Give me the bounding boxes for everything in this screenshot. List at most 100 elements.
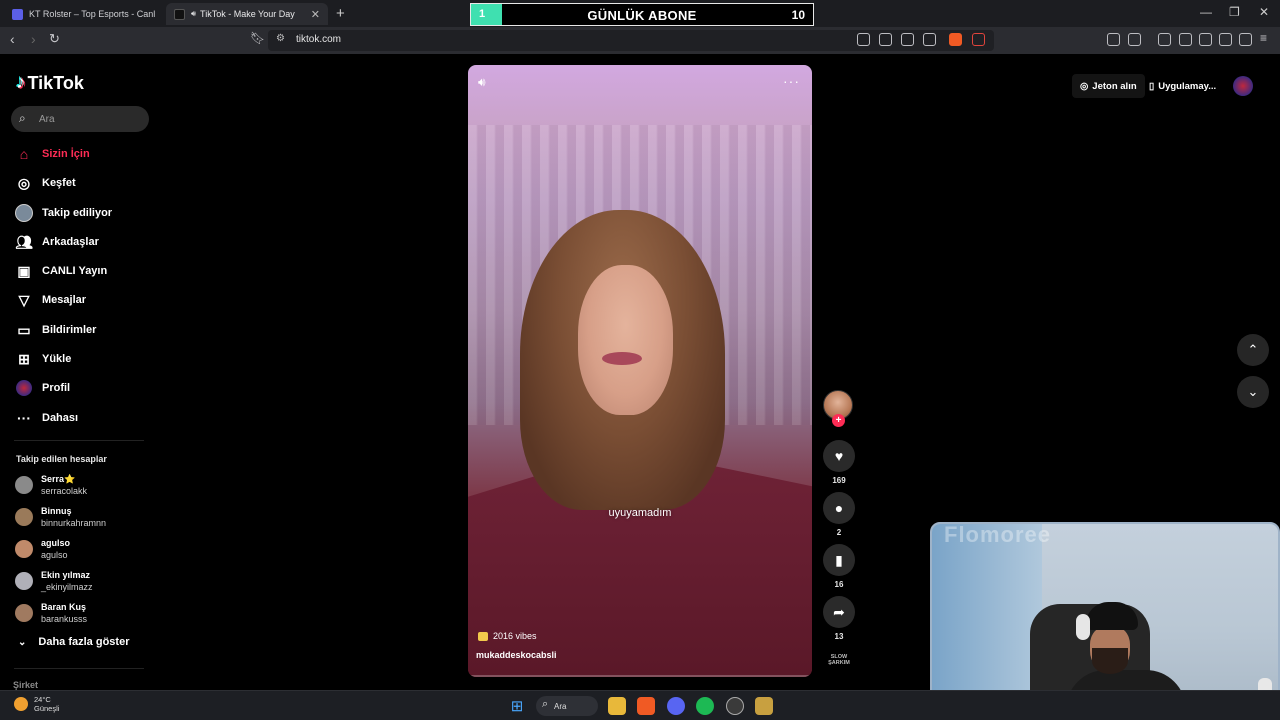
league-client-icon[interactable]	[755, 697, 773, 715]
brave-rewards-icon[interactable]	[972, 33, 985, 46]
menu-icon[interactable]: ≡	[1260, 31, 1267, 45]
avatar	[15, 572, 33, 590]
obs-icon[interactable]	[726, 697, 744, 715]
video-more-icon[interactable]: ···	[783, 73, 800, 89]
close-window-button[interactable]: ✕	[1259, 5, 1269, 19]
video-caption: uyuyamadım	[608, 507, 672, 519]
wallet-icon[interactable]	[1199, 33, 1212, 46]
nav-friends[interactable]: 👥︎ Arkadaşlar	[14, 231, 99, 253]
close-tab-icon[interactable]: ✕	[311, 8, 320, 21]
nav-label: Arkadaşlar	[42, 236, 99, 248]
following-account[interactable]: Baran Kuş barankusss	[15, 598, 87, 628]
nav-for-you[interactable]: ⌂ Sizin İçin	[14, 143, 90, 165]
share-icon[interactable]	[923, 33, 936, 46]
following-account[interactable]: Ekin yılmaz _ekinyilmazz	[15, 566, 93, 596]
forward-button[interactable]: ›	[31, 31, 36, 47]
bookmark-icon: ▮	[835, 551, 843, 568]
following-account[interactable]: agulso agulso	[15, 534, 70, 564]
account-handle: agulso	[41, 550, 68, 560]
nav-label: Mesajlar	[42, 294, 87, 306]
video-player[interactable]: 🔊︎ ··· uyuyamadım 2016 vibes mukaddeskoc…	[468, 65, 812, 677]
tab-tiktok[interactable]: 🔊︎ TikTok - Make Your Day ✕	[166, 3, 328, 25]
search-box: ⌕	[11, 106, 149, 132]
heart-icon: ♥	[834, 448, 844, 464]
save-count: 16	[834, 580, 844, 589]
tab-search-icon[interactable]	[1128, 33, 1141, 46]
file-explorer-icon[interactable]	[608, 697, 626, 715]
following-account[interactable]: Serra⭐ serracolakk	[15, 470, 87, 500]
profile-avatar[interactable]	[1233, 76, 1253, 96]
video-subject-face	[578, 265, 673, 415]
discord-icon[interactable]	[667, 697, 685, 715]
next-video-button[interactable]: ⌄	[1237, 376, 1269, 408]
brave-browser-icon[interactable]	[637, 697, 655, 715]
notifications-icon: ▭	[17, 321, 31, 338]
like-button[interactable]: ♥	[823, 440, 855, 472]
reload-button[interactable]: ↻	[49, 31, 60, 47]
sound-tag-label: 2016 vibes	[493, 631, 537, 641]
streamer-cap	[1086, 602, 1138, 630]
comment-button[interactable]: ●	[823, 492, 855, 524]
tab-kt-rolster[interactable]: KT Rolster – Top Esports - Canlı Sonu	[4, 3, 164, 25]
save-button[interactable]: ▮	[823, 544, 855, 576]
video-progress-bar[interactable]	[468, 675, 812, 677]
back-button[interactable]: ‹	[10, 31, 15, 47]
search-input[interactable]	[37, 110, 137, 128]
sidebar-icon[interactable]	[1179, 33, 1192, 46]
nav-label: CANLI Yayın	[42, 265, 108, 277]
extensions-icon[interactable]	[1107, 33, 1120, 46]
weather-widget[interactable]: 24°C Güneşli	[14, 695, 59, 713]
spotify-icon[interactable]	[696, 697, 714, 715]
tab-label: TikTok - Make Your Day	[200, 9, 295, 19]
avatar	[15, 540, 33, 558]
cast-icon[interactable]	[879, 33, 892, 46]
minimize-button[interactable]: —	[1200, 5, 1212, 19]
previous-video-button[interactable]: ⌃	[1237, 334, 1269, 366]
nav-upload[interactable]: ⊞ Yükle	[14, 348, 71, 370]
media-icon[interactable]	[1158, 33, 1171, 46]
tiktok-sidebar: ♪ TikTok ⌕ ⌂ Sizin İçin ◎ Keşfet Takip e…	[0, 54, 160, 690]
volume-icon[interactable]: 🔊︎	[478, 75, 486, 90]
nav-live[interactable]: ▣ CANLI Yayın	[14, 260, 107, 282]
brave-shields-icon[interactable]	[949, 33, 962, 46]
nav-more[interactable]: ··· Dahası	[14, 407, 78, 429]
nav-notifications[interactable]: ▭ Bildirimler	[14, 319, 96, 341]
search-icon[interactable]: ⌕	[19, 111, 26, 126]
taskbar-search[interactable]: Ara	[536, 696, 598, 716]
leo-ai-icon[interactable]	[1219, 33, 1232, 46]
sound-tag[interactable]: 2016 vibes	[478, 631, 537, 641]
nav-label: Yükle	[42, 353, 72, 365]
get-app-button[interactable]: ▯ Uygulamay...	[1143, 74, 1222, 98]
nav-label: Bildirimler	[42, 324, 97, 336]
site-info-icon[interactable]: ⚙	[276, 33, 285, 44]
share-button[interactable]: ➦	[823, 596, 855, 628]
nav-explore[interactable]: ◎ Keşfet	[14, 172, 76, 194]
translate-icon[interactable]	[901, 33, 914, 46]
nav-label: Keşfet	[42, 177, 76, 189]
vpn-icon[interactable]	[1239, 33, 1252, 46]
bookmark-icon[interactable]: 🔖︎	[250, 31, 265, 45]
nav-messages[interactable]: ▽ Mesajlar	[14, 289, 86, 311]
get-coins-button[interactable]: ◎ Jeton alın	[1072, 74, 1145, 98]
headphones	[1076, 614, 1090, 640]
nav-following[interactable]: Takip ediliyor	[14, 202, 112, 224]
goal-end-value: 10	[791, 8, 805, 22]
follow-plus-icon[interactable]: +	[832, 414, 845, 427]
windows-start-icon[interactable]: ⊞	[508, 697, 526, 715]
share-arrow-icon: ➦	[833, 603, 845, 620]
music-disc[interactable]: SLOW ŞARKIM	[826, 654, 852, 666]
site-favicon-icon	[12, 8, 23, 20]
tiktok-logo[interactable]: ♪ TikTok	[16, 72, 84, 94]
following-account[interactable]: Binnuş binnurkahramnn	[15, 502, 106, 532]
friends-icon: 👥︎	[15, 233, 33, 250]
divider	[14, 440, 144, 441]
live-icon: ▣	[17, 262, 31, 279]
show-more-button[interactable]: ⌄ Daha fazla göster	[18, 636, 129, 648]
more-icon: ···	[17, 410, 31, 426]
maximize-button[interactable]: ❐	[1229, 5, 1240, 19]
reader-off-icon[interactable]	[857, 33, 870, 46]
video-author[interactable]: mukaddeskocabsli	[476, 650, 557, 660]
new-tab-button[interactable]: +	[336, 5, 345, 22]
company-section-title: Şirket	[13, 680, 39, 690]
nav-profile[interactable]: Profil	[14, 377, 70, 399]
